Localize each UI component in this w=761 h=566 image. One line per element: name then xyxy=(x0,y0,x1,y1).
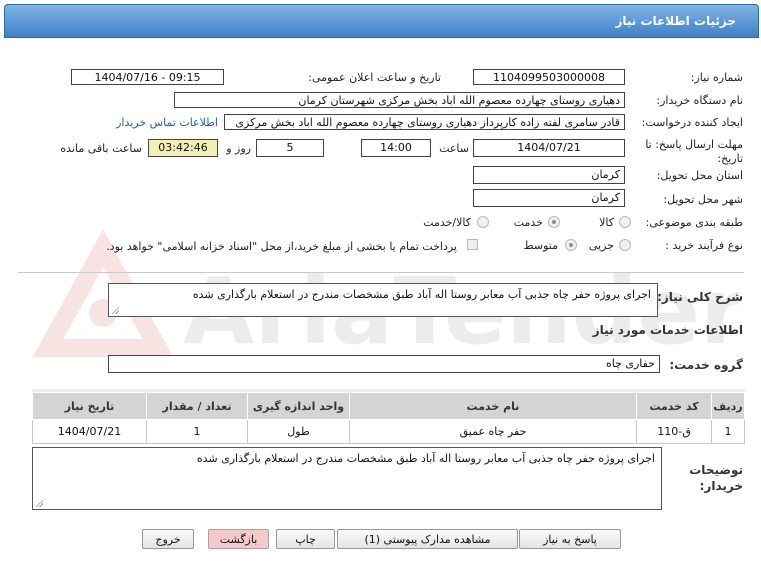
services-table: ردیف کد خدمت نام خدمت واحد اندازه گیری ت… xyxy=(32,392,745,444)
category-radio-service[interactable] xyxy=(548,216,560,228)
process-radio-medium[interactable] xyxy=(565,239,577,251)
summary-label: شرح کلی نیاز: xyxy=(657,290,743,304)
need-number-field: 1104099503000008 xyxy=(473,69,625,85)
treasury-payment-note: پرداخت تمام یا بخشی از مبلغ خرید،از محل … xyxy=(106,240,457,253)
process-option-minor: جزیی xyxy=(588,239,614,252)
buyer-org-field: دهیاری روستای چهارده معصوم الله اباد بخش… xyxy=(174,92,625,108)
reply-button[interactable]: پاسخ به نیاز xyxy=(519,529,621,549)
cell-code: ق-110 xyxy=(636,419,712,444)
category-radio-goods-service[interactable] xyxy=(477,216,489,228)
view-attachments-button[interactable]: مشاهده مدارک پیوستی (1) xyxy=(337,529,518,549)
treasury-payment-checkbox[interactable] xyxy=(467,239,478,250)
cell-name: حفر چاه عمیق xyxy=(349,419,637,444)
deadline-label: مهلت ارسال پاسخ: تا تاریخ: xyxy=(645,138,743,165)
category-radio-goods[interactable] xyxy=(619,216,631,228)
announce-datetime-label: تاریخ و ساعت اعلان عمومی: xyxy=(308,71,441,84)
col-header-date: تاریخ نیاز xyxy=(32,392,147,420)
table-row: 1 ق-110 حفر چاه عمیق طول 1 1404/07/21 xyxy=(32,419,745,444)
buyer-notes-label: توضیحات خریدار: xyxy=(689,463,743,493)
buyer-org-label: نام دستگاه خریدار: xyxy=(656,94,743,107)
requester-label: ایجاد کننده درخواست: xyxy=(641,116,743,129)
section-divider xyxy=(18,272,744,273)
cell-row: 1 xyxy=(711,419,745,444)
category-option-goods-service: کالا/خدمت xyxy=(423,216,471,229)
col-header-code: کد خدمت xyxy=(636,392,712,420)
category-label: طبقه بندی موضوعی: xyxy=(645,216,743,229)
summary-textarea[interactable]: اجرای پروژه حفر چاه جذبی آب معابر روستا … xyxy=(108,283,658,317)
col-header-name: نام خدمت xyxy=(349,392,637,420)
process-option-medium: متوسط xyxy=(523,239,558,252)
summary-text: اجرای پروژه حفر چاه جذبی آب معابر روستا … xyxy=(192,288,651,301)
process-radio-minor[interactable] xyxy=(619,239,631,251)
province-field: کرمان xyxy=(473,166,625,184)
col-header-unit: واحد اندازه گیری xyxy=(247,392,350,420)
service-group-field: حفاری چاه xyxy=(108,355,660,373)
deadline-time-label: ساعت xyxy=(439,142,469,155)
table-header-row: ردیف کد خدمت نام خدمت واحد اندازه گیری ت… xyxy=(32,392,745,420)
city-field: کرمان xyxy=(473,189,625,207)
resize-grip-icon[interactable] xyxy=(111,306,119,314)
window-title: جزئیات اطلاعات نیاز xyxy=(615,14,736,28)
days-label: روز و xyxy=(226,142,251,155)
col-header-row: ردیف xyxy=(711,392,745,420)
need-number-label: شماره نیاز: xyxy=(690,71,743,84)
category-option-service: خدمت xyxy=(513,216,543,229)
services-section-title: اطلاعات خدمات مورد نیاز xyxy=(592,323,743,337)
remaining-days-field: 5 xyxy=(256,139,324,157)
back-button[interactable]: بازگشت xyxy=(208,529,269,549)
deadline-time-field: 14:00 xyxy=(361,139,431,157)
exit-button[interactable]: خروج xyxy=(142,529,194,549)
buyer-notes-textarea[interactable]: اجرای پروژه حفر چاه جذبی آب معابر روستا … xyxy=(32,447,662,510)
cell-qty: 1 xyxy=(146,419,248,444)
buyer-notes-text: اجرای پروژه حفر چاه جذبی آب معابر روستا … xyxy=(196,452,655,465)
deadline-date-field: 1404/07/21 xyxy=(473,139,625,157)
service-group-label: گروه خدمت: xyxy=(669,358,743,372)
requester-field: قادر سامری لفته زاده کارپرداز دهیاری روس… xyxy=(224,114,625,130)
remaining-time-label: ساعت باقی مانده xyxy=(60,142,142,155)
category-option-goods: کالا xyxy=(599,216,614,229)
window-title-bar: جزئیات اطلاعات نیاز xyxy=(4,4,759,38)
process-label: نوع فرآیند خرید : xyxy=(665,239,743,252)
col-header-qty: تعداد / مقدار xyxy=(146,392,248,420)
cell-unit: طول xyxy=(247,419,350,444)
remaining-time-field: 03:42:46 xyxy=(148,139,218,157)
cell-date: 1404/07/21 xyxy=(32,419,147,444)
city-label: شهر محل تحویل: xyxy=(663,193,743,206)
print-button[interactable]: چاپ xyxy=(276,529,335,549)
buyer-contact-link[interactable]: اطلاعات تماس خریدار xyxy=(116,116,218,129)
resize-grip-icon[interactable] xyxy=(35,499,43,507)
announce-datetime-field: 1404/07/16 - 09:15 xyxy=(71,69,224,85)
province-label: استان محل تحویل: xyxy=(656,169,743,182)
